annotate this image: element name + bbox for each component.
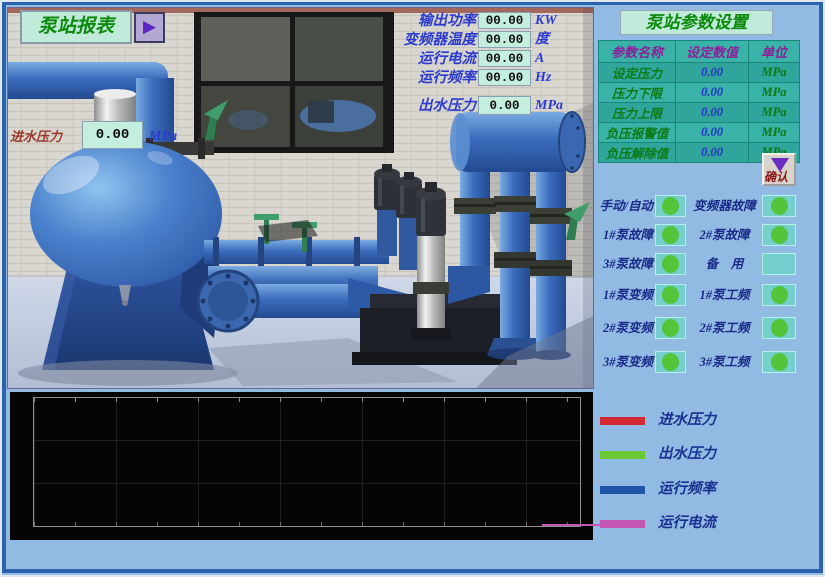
param-unit: MPa bbox=[749, 123, 800, 143]
run-current-label: 运行电流 bbox=[352, 50, 476, 68]
grid-horizontal bbox=[34, 398, 580, 526]
lamp-vfd-fault bbox=[762, 195, 796, 217]
outlet-pressure-value: 0.00 bbox=[478, 96, 531, 115]
vfd-temp-unit: 度 bbox=[535, 31, 549, 49]
indicator-label-pump3-mains: 3#泵工频 bbox=[688, 351, 761, 373]
indicator-label-pump2-fault: 2#泵故障 bbox=[688, 224, 761, 246]
params-panel-title: 泵站参数设置 bbox=[620, 10, 773, 35]
confirm-label: 确认 bbox=[764, 168, 794, 185]
inlet-pressure-value: 0.00 bbox=[82, 121, 143, 149]
legend-label-run-frequency: 运行频率 bbox=[658, 479, 716, 499]
lamp-pump3-mains bbox=[762, 351, 796, 373]
legend-label-run-current: 运行电流 bbox=[658, 513, 716, 533]
table-row: 压力上限 0.00 MPa bbox=[599, 103, 800, 123]
pump-station-hmi-screen: 泵站报表 ▶ 进水压力 0.00 MPa 输出功率 00.00 KW 变频器温度… bbox=[0, 0, 825, 577]
lamp-circle bbox=[771, 319, 788, 337]
legend-swatch-run-current bbox=[600, 520, 645, 528]
lamp-manual-auto bbox=[655, 195, 686, 217]
indicator-label-pump3-fault: 3#泵故障 bbox=[591, 253, 653, 275]
lamp-circle bbox=[662, 353, 679, 371]
col-header-unit: 单位 bbox=[749, 41, 800, 63]
param-name: 负压解除值 bbox=[599, 143, 676, 163]
param-value[interactable]: 0.00 bbox=[676, 143, 749, 163]
report-play-icon[interactable]: ▶ bbox=[134, 12, 165, 43]
indicator-label-pump2-vfd: 2#泵变频 bbox=[591, 317, 653, 339]
param-name: 压力上限 bbox=[599, 103, 676, 123]
legend-swatch-inlet-pressure bbox=[600, 417, 645, 425]
discharge-header bbox=[450, 112, 585, 172]
lamp-pump3-fault bbox=[655, 253, 686, 275]
lamp-pump2-fault bbox=[762, 224, 796, 246]
output-power-value: 00.00 bbox=[478, 12, 531, 29]
param-value[interactable]: 0.00 bbox=[676, 103, 749, 123]
param-name: 设定压力 bbox=[599, 63, 676, 83]
param-name: 压力下限 bbox=[599, 83, 676, 103]
param-value[interactable]: 0.00 bbox=[676, 63, 749, 83]
indicator-label-vfd-fault: 变频器故障 bbox=[688, 195, 761, 217]
lamp-circle bbox=[662, 197, 679, 215]
col-header-name: 参数名称 bbox=[599, 41, 676, 63]
pressure-tank bbox=[30, 141, 222, 370]
indicator-label-pump3-vfd: 3#泵变频 bbox=[591, 351, 653, 373]
run-frequency-unit: Hz bbox=[535, 69, 551, 87]
run-current-value: 00.00 bbox=[478, 50, 531, 67]
table-row: 压力下限 0.00 MPa bbox=[599, 83, 800, 103]
outlet-pressure-label: 出水压力 bbox=[352, 97, 476, 115]
lamp-pump1-fault bbox=[655, 224, 686, 246]
inlet-pressure-unit: MPa bbox=[149, 124, 177, 150]
lamp-circle bbox=[771, 197, 788, 215]
axis-ticks-bottom bbox=[34, 522, 580, 526]
lamp-spare bbox=[762, 253, 796, 275]
lamp-pump2-vfd bbox=[655, 317, 686, 339]
indicator-label-pump1-vfd: 1#泵变频 bbox=[591, 284, 653, 306]
axis-ticks-top bbox=[34, 398, 580, 402]
param-value[interactable]: 0.00 bbox=[676, 123, 749, 143]
output-power-label: 输出功率 bbox=[352, 12, 476, 30]
confirm-button[interactable]: 确认 bbox=[762, 153, 796, 186]
report-button[interactable]: 泵站报表 bbox=[20, 10, 132, 44]
col-header-value: 设定数值 bbox=[676, 41, 749, 63]
run-frequency-value: 00.00 bbox=[478, 69, 531, 86]
lamp-circle bbox=[662, 226, 679, 244]
lamp-circle bbox=[662, 255, 679, 273]
trace-run-current bbox=[542, 524, 602, 526]
indicator-label-pump1-mains: 1#泵工频 bbox=[688, 284, 761, 306]
legend-label-inlet-pressure: 进水压力 bbox=[658, 410, 716, 430]
lamp-circle bbox=[771, 353, 788, 371]
param-unit: MPa bbox=[749, 63, 800, 83]
param-value[interactable]: 0.00 bbox=[676, 83, 749, 103]
lamp-circle bbox=[662, 319, 679, 337]
param-unit: MPa bbox=[749, 103, 800, 123]
indicator-label-pump1-fault: 1#泵故障 bbox=[591, 224, 653, 246]
lamp-pump3-vfd bbox=[655, 351, 686, 373]
legend-swatch-outlet-pressure bbox=[600, 451, 645, 459]
vfd-temp-value: 00.00 bbox=[478, 31, 531, 48]
outlet-pressure-unit: MPa bbox=[535, 97, 563, 115]
trend-chart bbox=[10, 392, 593, 540]
output-power-unit: KW bbox=[535, 12, 557, 30]
param-name: 负压报警值 bbox=[599, 123, 676, 143]
indicator-label-pump2-mains: 2#泵工频 bbox=[688, 317, 761, 339]
lamp-pump2-mains bbox=[762, 317, 796, 339]
table-row: 设定压力 0.00 MPa bbox=[599, 63, 800, 83]
lamp-circle bbox=[771, 226, 788, 244]
indicator-label-spare: 备 用 bbox=[688, 253, 761, 275]
run-current-unit: A bbox=[535, 50, 544, 68]
params-table: 参数名称 设定数值 单位 设定压力 0.00 MPa 压力下限 0.00 MPa… bbox=[598, 40, 800, 163]
run-frequency-label: 运行频率 bbox=[352, 69, 476, 87]
indicator-label-manual-auto: 手动/自动 bbox=[591, 195, 653, 217]
table-row: 负压报警值 0.00 MPa bbox=[599, 123, 800, 143]
legend-swatch-run-frequency bbox=[600, 486, 645, 494]
vfd-temp-label: 变频器温度 bbox=[352, 31, 476, 49]
param-unit: MPa bbox=[749, 83, 800, 103]
lamp-circle bbox=[771, 286, 788, 304]
trend-plot-area bbox=[33, 397, 581, 527]
lamp-pump1-vfd bbox=[655, 284, 686, 306]
legend-label-outlet-pressure: 出水压力 bbox=[658, 444, 716, 464]
lamp-circle bbox=[662, 286, 679, 304]
inlet-pressure-label: 进水压力 bbox=[10, 124, 80, 150]
lamp-pump1-mains bbox=[762, 284, 796, 306]
